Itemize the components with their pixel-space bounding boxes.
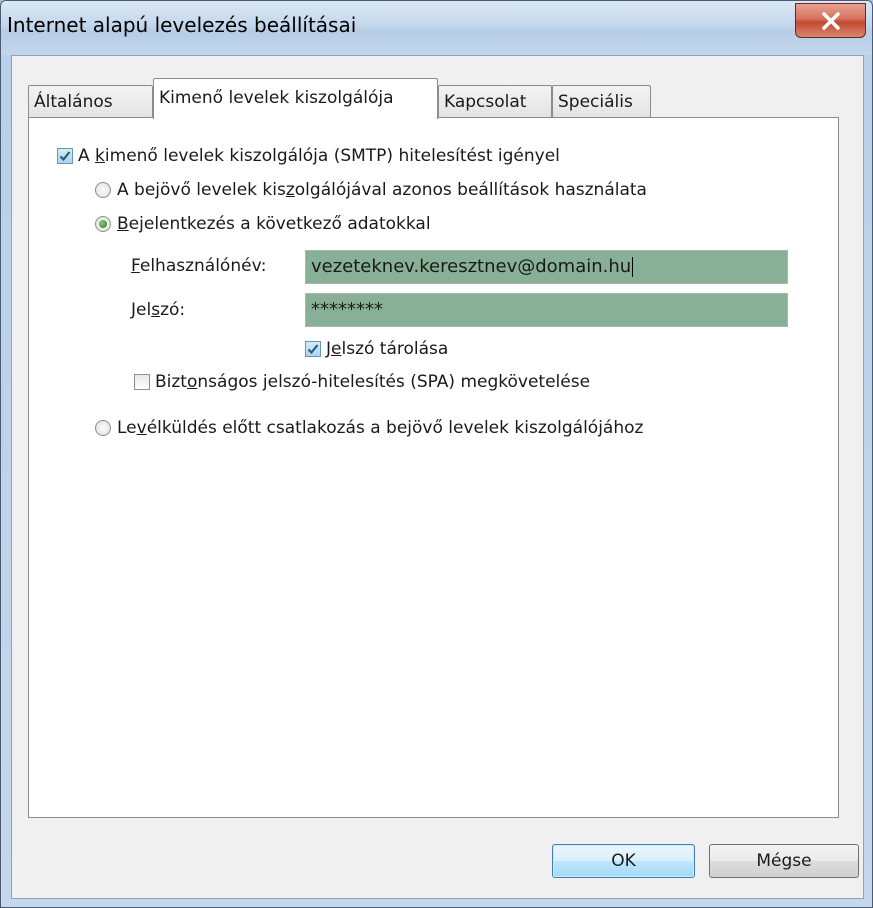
password-input[interactable]: ******** <box>305 293 788 327</box>
tab-general[interactable]: Általános <box>28 85 153 118</box>
checkmark-icon <box>307 344 319 355</box>
tab-panel-outgoing-server: A kimenő levelek kiszolgálója (SMTP) hit… <box>28 117 839 818</box>
spa-label: Biztonságos jelszó-hitelesítés (SPA) meg… <box>155 372 591 392</box>
tab-connection[interactable]: Kapcsolat <box>438 85 552 118</box>
username-input[interactable]: vezeteknev.keresztnev@domain.hu <box>305 250 788 284</box>
dialog-window: Internet alapú levelezés beállításai Ált… <box>0 0 873 908</box>
password-value: ******** <box>311 299 383 320</box>
login-with-option[interactable]: Bejelentkezés a következő adatokkal <box>95 214 431 234</box>
tab-advanced[interactable]: Speciális <box>552 85 651 118</box>
tab-label: Kimenő levelek kiszolgálója <box>159 88 394 108</box>
remember-password-label: Jelszó tárolása <box>326 339 449 359</box>
close-button[interactable] <box>795 3 866 38</box>
cancel-button[interactable]: Mégse <box>709 844 859 878</box>
login-with-label: Bejelentkezés a következő adatokkal <box>117 214 431 234</box>
remember-password-checkbox[interactable] <box>305 341 321 357</box>
remember-password-row[interactable]: Jelszó tárolása <box>305 339 448 359</box>
smtp-auth-row[interactable]: A kimenő levelek kiszolgálója (SMTP) hit… <box>57 146 560 166</box>
title-bar[interactable]: Internet alapú levelezés beállításai <box>1 1 872 55</box>
smtp-auth-label: A kimenő levelek kiszolgálója (SMTP) hit… <box>78 146 560 166</box>
username-label: Felhasználónév: <box>131 256 267 276</box>
login-before-send-option[interactable]: Levélküldés előtt csatlakozás a bejövő l… <box>95 418 643 438</box>
password-label: Jelszó: <box>131 300 186 320</box>
dialog-client-area: Általános Kimenő levelek kiszolgálója Ka… <box>11 55 864 899</box>
tab-outgoing-server[interactable]: Kimenő levelek kiszolgálója <box>153 78 438 119</box>
close-icon <box>821 11 840 30</box>
checkmark-icon <box>59 151 71 162</box>
same-settings-label: A bejövő levelek kiszolgálójával azonos … <box>117 180 647 200</box>
text-caret <box>632 257 634 277</box>
same-settings-option[interactable]: A bejövő levelek kiszolgálójával azonos … <box>95 180 647 200</box>
tab-label: Speciális <box>558 92 633 112</box>
login-before-send-radio[interactable] <box>95 420 111 436</box>
tab-label: Kapcsolat <box>444 92 527 112</box>
ok-button[interactable]: OK <box>552 844 695 878</box>
username-value: vezeteknev.keresztnev@domain.hu <box>311 256 632 277</box>
window-title: Internet alapú levelezés beállításai <box>7 13 357 37</box>
tab-label: Általános <box>34 92 113 112</box>
login-before-send-label: Levélküldés előtt csatlakozás a bejövő l… <box>117 418 644 438</box>
same-settings-radio[interactable] <box>95 182 111 198</box>
spa-row[interactable]: Biztonságos jelszó-hitelesítés (SPA) meg… <box>134 372 590 392</box>
smtp-auth-checkbox[interactable] <box>57 148 73 164</box>
spa-checkbox[interactable] <box>134 374 150 390</box>
radio-selected-dot <box>99 220 107 228</box>
login-with-radio[interactable] <box>95 216 111 232</box>
